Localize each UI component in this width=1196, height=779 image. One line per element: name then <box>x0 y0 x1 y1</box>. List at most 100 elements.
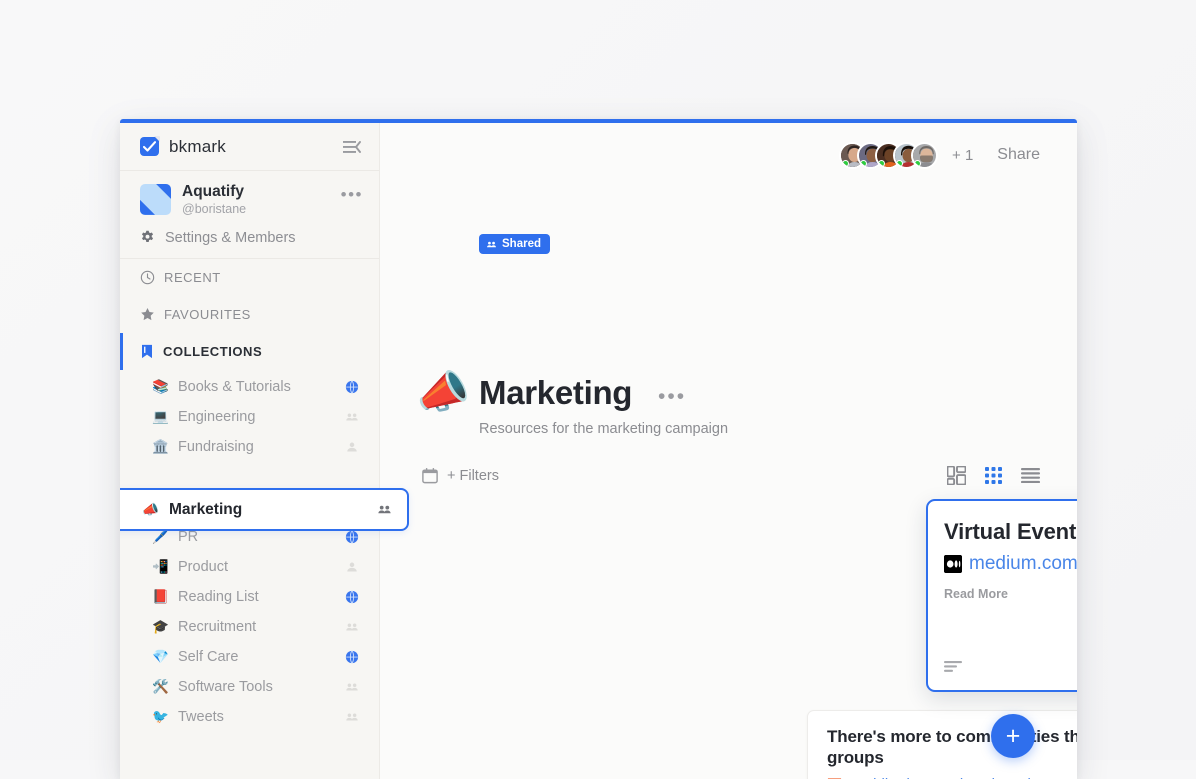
bookmark-domain: avoidboringpeople.substack.com <box>849 776 1067 779</box>
view-toggle-group <box>947 466 1040 485</box>
note-icon[interactable] <box>944 661 962 672</box>
sidebar-collection-marketing[interactable]: 📣 Marketing <box>120 488 409 531</box>
sidebar-collection-reading-list[interactable]: 📕 Reading List <box>120 582 379 612</box>
workspace-menu-button[interactable]: ••• <box>341 185 363 213</box>
collection-emoji: 💎 <box>152 650 169 664</box>
read-more-link[interactable]: Read More <box>944 587 1077 601</box>
bookmark-card[interactable]: There's more to communities than Faceboo… <box>807 710 1077 779</box>
sidebar-section-collections-label: COLLECTIONS <box>163 344 262 359</box>
sidebar-collection-tweets[interactable]: 🐦 Tweets <box>120 702 379 732</box>
collection-label: Engineering <box>178 409 336 425</box>
bookmark-domain-row[interactable]: medium.com <box>944 553 1077 575</box>
collection-emoji: 🖊️ <box>152 530 169 544</box>
bkmark-app-window: bkmark Aquatify @boristane ••• <box>120 119 1077 779</box>
gear-icon <box>140 230 155 245</box>
extra-members-count[interactable]: + 1 <box>952 147 973 164</box>
collection-emoji: 🏛️ <box>152 440 169 454</box>
collection-label: Marketing <box>169 501 367 519</box>
share-button[interactable]: Share <box>997 146 1040 164</box>
bookmark-domain-row[interactable]: avoidboringpeople.substack.com <box>827 776 1077 779</box>
collection-emoji: 💻 <box>152 410 169 424</box>
online-status-dot <box>896 160 903 167</box>
sidebar-collection-engineering[interactable]: 💻 Engineering <box>120 402 379 432</box>
collection-label: Books & Tutorials <box>178 379 336 395</box>
team-icon <box>345 680 359 694</box>
sidebar-header: bkmark <box>120 119 379 171</box>
workspace-switcher[interactable]: Aquatify @boristane ••• <box>120 171 379 226</box>
bookmark-title: Virtual Events Guide for Startups <box>944 518 1077 546</box>
collection-label: PR <box>178 529 336 545</box>
brand-name: bkmark <box>169 137 226 157</box>
add-filters-button[interactable]: + Filters <box>422 467 499 484</box>
star-icon <box>140 307 155 322</box>
add-filters-label: + Filters <box>447 468 499 484</box>
team-icon <box>377 502 391 517</box>
bookmark-list: There's more to communities than Faceboo… <box>805 502 1077 779</box>
sidebar-collection-self-care[interactable]: 💎 Self Care <box>120 642 379 672</box>
list-view-button[interactable] <box>1021 468 1040 483</box>
shared-people-icon <box>486 239 497 250</box>
collection-label: Recruitment <box>178 619 336 635</box>
add-bookmark-button[interactable]: + <box>991 714 1035 758</box>
sidebar-collection-product[interactable]: 📲 Product <box>120 552 379 582</box>
collection-emoji: 📕 <box>152 590 169 604</box>
medium-icon <box>944 555 962 573</box>
bookmark-icon <box>140 344 154 359</box>
sidebar-collection-fundraising[interactable]: 🏛️ Fundraising <box>120 432 379 462</box>
collection-label: Self Care <box>178 649 336 665</box>
collection-subtitle: Resources for the marketing campaign <box>479 421 728 437</box>
collection-label: Software Tools <box>178 679 336 695</box>
workspace-name: Aquatify <box>182 183 330 201</box>
collection-emoji: 🎓 <box>152 620 169 634</box>
person-icon <box>345 440 359 454</box>
collection-label: Tweets <box>178 709 336 725</box>
collection-emoji: 📣 <box>413 368 472 418</box>
avatar[interactable] <box>911 142 938 169</box>
team-icon <box>345 410 359 424</box>
sidebar-section-favourites-label: FAVOURITES <box>164 307 251 322</box>
globe-icon <box>345 650 359 664</box>
sidebar-item-settings-label: Settings & Members <box>165 230 296 246</box>
online-status-dot <box>878 160 885 167</box>
content-pane: + 1 Share Shared 📣 Marketing ••• Resourc… <box>380 119 1077 779</box>
collections-list: 📚 Books & Tutorials 💻 Engineering 🏛️ Fun… <box>120 370 379 779</box>
sidebar-section-collections[interactable]: COLLECTIONS <box>120 333 379 370</box>
online-status-dot <box>842 160 849 167</box>
clock-icon <box>140 270 155 285</box>
filter-bar: + Filters <box>422 466 1040 485</box>
brand[interactable]: bkmark <box>140 137 226 157</box>
member-avatars[interactable] <box>839 142 938 169</box>
sidebar-collection-books-tutorials[interactable]: 📚 Books & Tutorials <box>120 372 379 402</box>
collection-label: Fundraising <box>178 439 336 455</box>
bookmark-card-selected[interactable]: Virtual Events Guide for Startups medium… <box>926 499 1077 692</box>
globe-icon <box>345 590 359 604</box>
sidebar-section-recent[interactable]: RECENT <box>120 259 379 296</box>
sidebar-collection-software-tools[interactable]: 🛠️ Software Tools <box>120 672 379 702</box>
sidebar-item-settings-members[interactable]: Settings & Members <box>120 226 379 259</box>
gallery-view-button[interactable] <box>947 466 966 485</box>
team-icon <box>345 710 359 724</box>
content-top-bar: + 1 Share <box>380 119 1077 191</box>
collection-label: Reading List <box>178 589 336 605</box>
sidebar-section-favourites[interactable]: FAVOURITES <box>120 296 379 333</box>
collection-emoji: 🐦 <box>152 710 169 724</box>
sidebar-section-recent-label: RECENT <box>164 270 221 285</box>
sidebar: bkmark Aquatify @boristane ••• <box>120 119 380 779</box>
status-badge-label: Shared <box>502 238 541 250</box>
globe-icon <box>345 530 359 544</box>
team-icon <box>345 620 359 634</box>
online-status-dot <box>860 160 867 167</box>
workspace-handle: @boristane <box>182 202 330 216</box>
status-badge: Shared <box>479 234 550 254</box>
globe-icon <box>345 380 359 394</box>
collection-menu-button[interactable]: ••• <box>658 385 686 409</box>
sidebar-collection-recruitment[interactable]: 🎓 Recruitment <box>120 612 379 642</box>
online-status-dot <box>914 160 921 167</box>
page-title: Marketing <box>479 374 632 412</box>
bkmark-logo-icon <box>140 137 159 156</box>
calendar-icon <box>422 467 438 484</box>
collapse-sidebar-icon[interactable] <box>343 140 361 154</box>
grid-view-button[interactable] <box>985 467 1002 484</box>
collection-emoji: 📚 <box>152 380 169 394</box>
collection-label: Product <box>178 559 336 575</box>
